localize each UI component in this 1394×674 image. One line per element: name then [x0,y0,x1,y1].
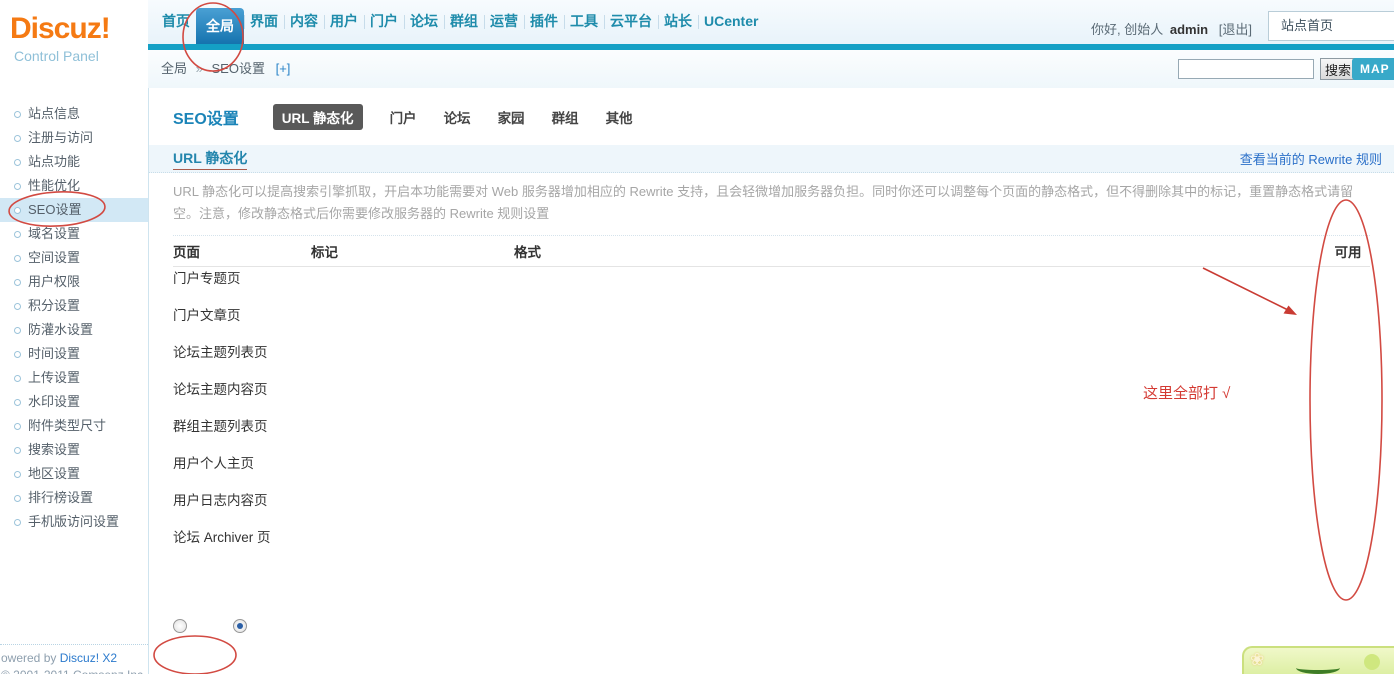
tab[interactable]: 论坛 [444,107,471,127]
tab[interactable]: 家园 [498,107,525,127]
sidebar-footer: owered by Discuz! X2 © 2001-2011 Comsenz… [0,644,148,674]
nav-item[interactable]: 界面 [244,0,284,44]
table-row: 门户文章页{id}, {page}✓ [173,304,1370,341]
popup-decoration [1296,662,1340,674]
sidebar-item[interactable]: 排行榜设置 [0,486,148,510]
header-available: 可用 [1326,241,1370,261]
page-label: 论坛 Archiver 页 [173,526,1394,674]
url-format-table: 页面 标记 格式 可用 门户专题页{name}✓门户文章页{id}, {page… [173,236,1370,563]
flower-icon: ❀ [1250,650,1264,670]
table-row: 群组主题列表页{fid}, {page}✓ [173,415,1370,452]
table-row: 门户专题页{name}✓ [173,267,1370,304]
user-greeting: 你好, 创始人 admin [退出] [1091,19,1252,38]
table-row: 论坛主题内容页{tid}, {page}, {prevpage}✓ [173,378,1370,415]
sidebar-item[interactable]: 性能优化 [0,174,148,198]
header-page: 页面 [173,241,311,261]
search-button[interactable]: 搜索 [1320,58,1356,80]
sidebar-item[interactable]: 积分设置 [0,294,148,318]
tab[interactable]: 群组 [552,107,579,127]
sidebar-item[interactable]: 水印设置 [0,390,148,414]
username: admin [1170,22,1208,37]
nav-item[interactable]: 云平台 [604,0,658,44]
sidebar-item[interactable]: 防灌水设置 [0,318,148,342]
nav-item[interactable]: 首页 [156,0,196,44]
sidebar-item[interactable]: SEO设置 [0,198,148,222]
breadcrumb: 全局 » SEO设置 [+] [161,50,290,88]
im-notification-popup[interactable]: ❀ [1242,646,1394,674]
sidebar-item[interactable]: 手机版访问设置 [0,510,148,534]
main-content: SEO设置 URL 静态化 门户 论坛 家园 群组 其他 URL 静态化 查看当前的 Re… [149,88,1394,674]
sidebar-item[interactable]: 上传设置 [0,366,148,390]
radio-icon[interactable] [173,619,187,633]
admin-search-input[interactable] [1178,59,1314,79]
table-row: 用户日志内容页{uid}, {blogid}✓ [173,489,1370,526]
sidebar: 站点信息注册与访问站点功能性能优化SEO设置域名设置空间设置用户权限积分设置防灌… [0,88,149,674]
url-table-body: 门户专题页{name}✓门户文章页{id}, {page}✓论坛主题列表页{fi… [173,267,1370,563]
seo-tabs: URL 静态化 门户 论坛 家园 群组 其他 [273,104,633,130]
sidebar-item[interactable]: 地区设置 [0,462,148,486]
page-title: SEO设置 [173,105,239,129]
tab[interactable]: 门户 [390,107,417,127]
nav-item[interactable]: 内容 [284,0,324,44]
sidebar-item[interactable]: 附件类型尺寸 [0,414,148,438]
breadcrumb-current[interactable]: SEO设置 [212,61,265,76]
nav-item[interactable]: 门户 [364,0,404,44]
map-button[interactable]: MAP [1352,58,1394,80]
section-title: URL 静态化 [173,148,247,170]
header: Discuz! Control Panel 首页全局界面内容用户门户论坛群组运营… [0,0,1394,89]
section-description: URL 静态化可以提高搜索引擎抓取，开启本功能需要对 Web 服务器增加相应的 … [173,181,1370,236]
sidebar-item[interactable]: 域名设置 [0,222,148,246]
header-tag: 标记 [311,241,514,261]
breadcrumb-expand-button[interactable]: [+] [276,61,291,76]
sidebar-item[interactable]: 时间设置 [0,342,148,366]
sidebar-item[interactable]: 注册与访问 [0,126,148,150]
nav-item[interactable]: 插件 [524,0,564,44]
breadcrumb-bar: 全局 » SEO设置 [+] 搜索 MAP [148,50,1394,88]
sidebar-item[interactable]: 用户权限 [0,270,148,294]
sidebar-item[interactable]: 站点功能 [0,150,148,174]
nav-item[interactable]: 全局 [196,8,244,44]
breadcrumb-separator: » [196,61,203,76]
discuz-admin-page: Discuz! Control Panel 首页全局界面内容用户门户论坛群组运营… [0,0,1394,674]
greeting-text: 你好, 创始人 [1091,22,1163,37]
view-rewrite-rules-link[interactable]: 查看当前的 Rewrite 规则 [1240,149,1382,168]
title-row: SEO设置 URL 静态化 门户 论坛 家园 群组 其他 [173,104,1394,130]
radio-icon[interactable] [233,619,247,633]
nav-item[interactable]: 站长 [658,0,698,44]
breadcrumb-root[interactable]: 全局 [161,61,187,76]
logo-block[interactable]: Discuz! Control Panel [0,0,148,88]
table-row: 论坛主题列表页{fid}, {page}✓ [173,341,1370,378]
sidebar-item[interactable]: 搜索设置 [0,438,148,462]
header-format: 格式 [514,241,934,261]
nav-item[interactable]: 运营 [484,0,524,44]
nav-item[interactable]: 用户 [324,0,364,44]
copyright: © 2001-2011 Comsenz Inc. [1,668,148,674]
tab[interactable]: URL 静态化 [273,104,363,130]
section-header: URL 静态化 查看当前的 Rewrite 规则 [149,145,1394,173]
table-row: 论坛 Archiver 页{action}, {value}✓ [173,526,1370,563]
nav-item[interactable]: 论坛 [404,0,444,44]
discuz-logo[interactable]: Discuz! [10,12,148,46]
table-header-row: 页面 标记 格式 可用 [173,236,1370,267]
logo-subtitle: Control Panel [14,48,148,64]
nav-item[interactable]: UCenter [698,0,764,44]
tab[interactable]: 其他 [606,107,633,127]
sidebar-menu: 站点信息注册与访问站点功能性能优化SEO设置域名设置空间设置用户权限积分设置防灌… [0,102,148,534]
powered-by: owered by Discuz! X2 [1,651,148,665]
discuz-footer-link[interactable]: Discuz! X2 [60,651,117,665]
nav-item[interactable]: 群组 [444,0,484,44]
sidebar-item[interactable]: 站点信息 [0,102,148,126]
popup-dot-decoration [1364,654,1380,670]
sidebar-item[interactable]: 空间设置 [0,246,148,270]
table-row: 用户个人主页{user}, {value}✓ [173,452,1370,489]
site-home-button[interactable]: 站点首页 [1268,11,1394,41]
logout-link[interactable]: [退出] [1219,22,1252,37]
nav-item[interactable]: 工具 [564,0,604,44]
